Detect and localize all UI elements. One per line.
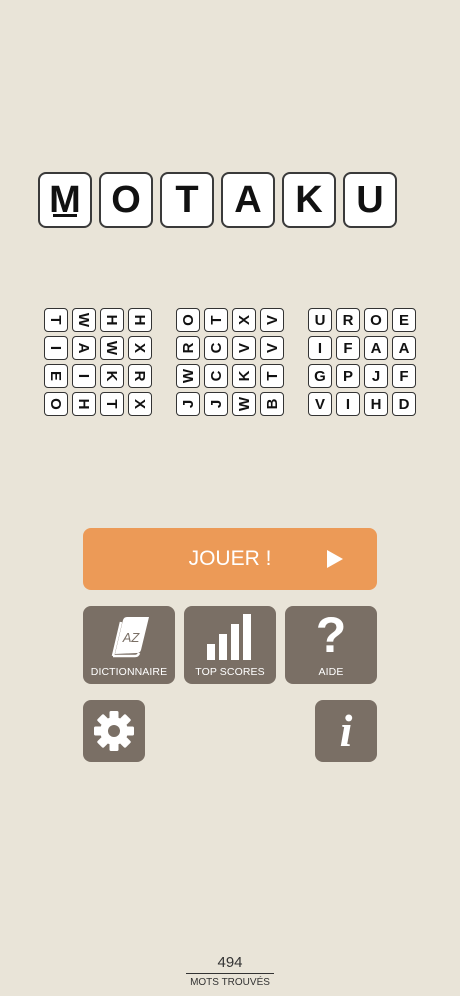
grid-tile: V: [232, 336, 256, 360]
bar-chart-icon: [184, 612, 276, 662]
settings-button[interactable]: [83, 700, 145, 762]
letter-grid-2: O T X V R C V V W C K T J J W B: [176, 308, 284, 416]
grid-tile: I: [72, 364, 96, 388]
title-tile-m: M: [38, 172, 92, 228]
grid-tile: J: [204, 392, 228, 416]
grid-tile: H: [72, 392, 96, 416]
grid-tile: U: [308, 308, 332, 332]
grid-tile: V: [260, 308, 284, 332]
grid-tile: G: [308, 364, 332, 388]
grid-tile: H: [100, 308, 124, 332]
grid-tile: W: [176, 364, 200, 388]
grid-tile: C: [204, 364, 228, 388]
logo-title: M O T A K U: [38, 172, 424, 232]
grid-tile: B: [260, 392, 284, 416]
grid-tile: X: [128, 336, 152, 360]
grid-tile: A: [72, 336, 96, 360]
grid-tile: F: [336, 336, 360, 360]
help-button[interactable]: ? AIDE: [285, 606, 377, 684]
title-tile-k: K: [282, 172, 336, 228]
grid-tile: I: [44, 336, 68, 360]
letter-grid-3: U R O E I F A A G P J F V I H D: [308, 308, 416, 416]
title-tile-a: A: [221, 172, 275, 228]
letter-grid-1: T W H H I A W X E I K R O H T X: [44, 308, 152, 416]
grid-tile: T: [100, 392, 124, 416]
grid-tile: I: [308, 336, 332, 360]
info-icon: i: [339, 705, 353, 756]
play-button[interactable]: JOUER !: [83, 528, 377, 590]
grid-tile: F: [392, 364, 416, 388]
grid-tile: J: [176, 392, 200, 416]
grid-tile: R: [336, 308, 360, 332]
grid-tile: O: [364, 308, 388, 332]
play-icon: [327, 550, 343, 568]
grid-tile: A: [364, 336, 388, 360]
grid-tile: X: [128, 392, 152, 416]
footer-divider: [186, 973, 274, 974]
grid-tile: I: [336, 392, 360, 416]
grid-tile: O: [44, 392, 68, 416]
grid-tile: R: [176, 336, 200, 360]
grid-tile: E: [44, 364, 68, 388]
title-tile-o: O: [99, 172, 153, 228]
gear-icon: [94, 711, 134, 751]
title-tile-u: U: [343, 172, 397, 228]
grid-tile: P: [336, 364, 360, 388]
info-button[interactable]: i: [315, 700, 377, 762]
top-scores-button[interactable]: TOP SCORES: [184, 606, 276, 684]
grid-tile: J: [364, 364, 388, 388]
play-button-label: JOUER !: [188, 547, 272, 570]
grid-tile: D: [392, 392, 416, 416]
help-label: AIDE: [318, 666, 344, 678]
grid-tile: W: [72, 308, 96, 332]
book-icon: AZ: [83, 612, 175, 658]
grid-tile: V: [308, 392, 332, 416]
grid-tile: X: [232, 308, 256, 332]
grid-tile: A: [392, 336, 416, 360]
grid-tile: W: [232, 392, 256, 416]
grid-tile: T: [204, 308, 228, 332]
grid-tile: K: [232, 364, 256, 388]
grid-tile: W: [100, 336, 124, 360]
grid-tile: T: [44, 308, 68, 332]
grid-tile: H: [364, 392, 388, 416]
grid-tile: T: [260, 364, 284, 388]
grid-tile: V: [260, 336, 284, 360]
grid-tile: O: [176, 308, 200, 332]
grid-tile: E: [392, 308, 416, 332]
dictionary-button[interactable]: AZ DICTIONNAIRE: [83, 606, 175, 684]
question-icon: ?: [315, 607, 347, 663]
words-found-label: MOTS TROUVÉS: [190, 977, 270, 988]
title-tile-t: T: [160, 172, 214, 228]
dictionary-label: DICTIONNAIRE: [90, 666, 168, 678]
grid-tile: C: [204, 336, 228, 360]
grid-tile: H: [128, 308, 152, 332]
grid-tile: K: [100, 364, 124, 388]
grid-tile: R: [128, 364, 152, 388]
svg-text:AZ: AZ: [122, 630, 141, 645]
words-found-count: 494: [217, 954, 243, 971]
top-scores-label: TOP SCORES: [195, 666, 265, 678]
